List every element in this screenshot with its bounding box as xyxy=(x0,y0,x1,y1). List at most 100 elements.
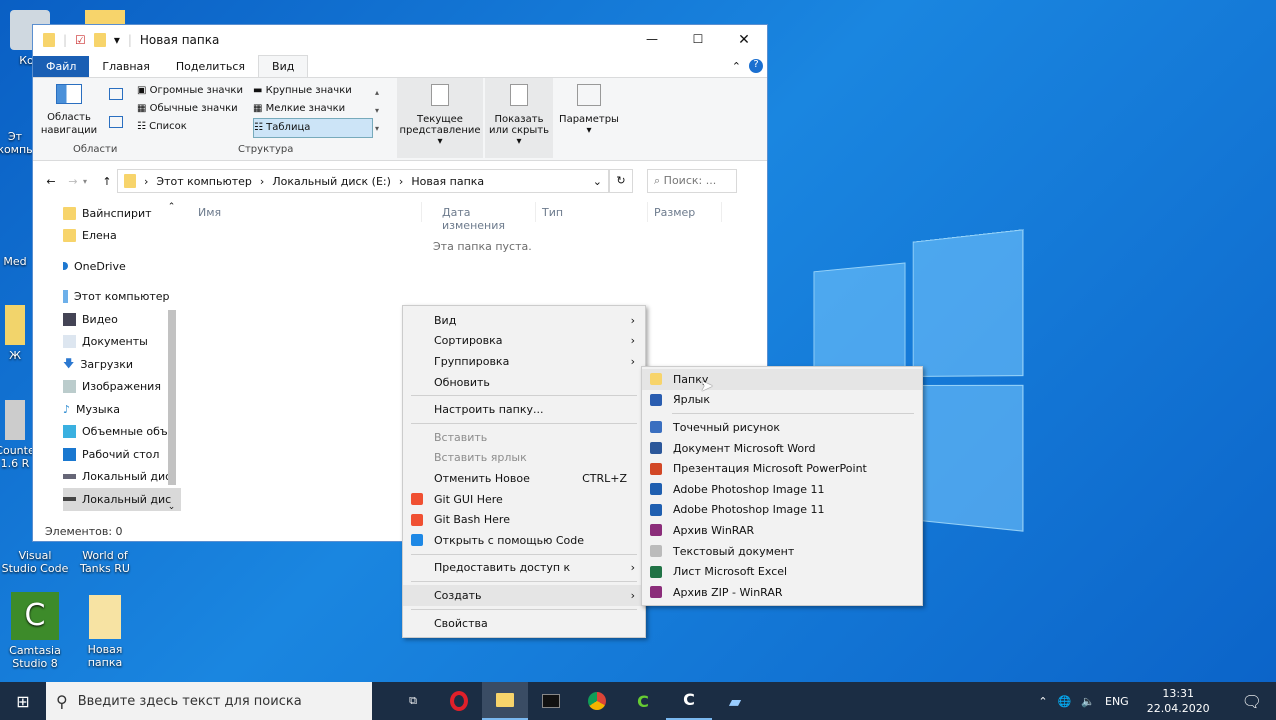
desktop-icon-new-folder[interactable]: Новая папка xyxy=(70,595,140,669)
menu-item[interactable]: Группировка › xyxy=(403,351,645,372)
nav-item-this-pc[interactable]: Этот компьютер xyxy=(63,286,181,309)
close-button[interactable]: ✕ xyxy=(721,32,767,48)
menu-item[interactable]: Презентация Microsoft PowerPoint xyxy=(642,458,922,479)
column-size[interactable]: Размер xyxy=(648,202,722,222)
context-menu: Вид › Сортировка › Группировка › Обновить Настр… xyxy=(402,305,646,639)
minimize-button[interactable]: — xyxy=(629,32,675,48)
maximize-button[interactable]: ☐ xyxy=(675,32,721,48)
menu-item[interactable]: Adobe Photoshop Image 11 xyxy=(642,500,922,521)
address-dropdown-icon[interactable]: ⌄ xyxy=(593,175,602,188)
menu-item[interactable]: Архив ZIP - WinRAR xyxy=(642,582,922,603)
menu-item[interactable]: Создать › xyxy=(403,585,645,606)
column-name[interactable]: Имя xyxy=(178,202,422,222)
nav-item[interactable]: Елена xyxy=(63,225,181,248)
chrome-icon[interactable] xyxy=(574,692,620,710)
menu-item[interactable]: Свойства xyxy=(403,613,645,634)
language-indicator[interactable]: ENG xyxy=(1105,695,1129,708)
vscode-icon xyxy=(411,534,423,547)
quick-access-dropdown-icon[interactable]: ▾ xyxy=(114,33,120,47)
up-button[interactable]: ↑ xyxy=(97,175,117,188)
menu-item[interactable]: Отменить Новое CTRL+Z xyxy=(403,468,645,489)
tab-view[interactable]: Вид xyxy=(258,55,309,77)
ribbon-collapse-icon[interactable]: ⌃ xyxy=(724,56,749,77)
opera-icon[interactable] xyxy=(436,691,482,711)
details-pane-icon[interactable] xyxy=(109,116,123,128)
nav-item[interactable]: Документы xyxy=(63,331,181,354)
current-view-button[interactable]: Текущее представление ▾ xyxy=(397,78,483,158)
show-hide-button[interactable]: Показать или скрыть ▾ xyxy=(485,78,553,158)
help-icon[interactable]: ? xyxy=(749,59,763,73)
layout-medium-icons[interactable]: ▦ Обычные значки xyxy=(137,100,253,118)
menu-item[interactable]: Вставить ярлык xyxy=(403,448,645,469)
layout-extra-large-icons[interactable]: ▣ Огромные значки xyxy=(137,82,253,100)
nav-item[interactable]: 🡇 Загрузки xyxy=(63,353,181,376)
nav-item-selected[interactable]: Локальный дис xyxy=(63,488,181,511)
start-button[interactable]: ⊞ xyxy=(0,692,46,711)
options-button[interactable]: Параметры ▾ xyxy=(559,84,619,136)
menu-item[interactable]: Открыть с помощью Code xyxy=(403,530,645,551)
tab-file[interactable]: Файл xyxy=(33,56,90,77)
layout-details[interactable]: ☷ Таблица xyxy=(253,118,373,138)
nav-item[interactable]: Рабочий стол xyxy=(63,443,181,466)
volume-icon[interactable]: 🔈 xyxy=(1081,695,1095,708)
layout-scroll[interactable]: ▴ ▾ ▾ xyxy=(375,84,379,138)
menu-item[interactable]: Обновить xyxy=(403,372,645,393)
network-icon[interactable]: 🌐 xyxy=(1058,695,1072,708)
menu-item[interactable]: Вид › xyxy=(403,310,645,331)
nav-item-onedrive[interactable]: OneDrive xyxy=(63,255,181,278)
nav-item[interactable]: Объемные объ xyxy=(63,421,181,444)
breadcrumb-new-folder[interactable]: Новая папка xyxy=(411,175,484,188)
navigation-pane-button[interactable]: Область навигации xyxy=(39,84,99,136)
nav-item[interactable]: ♪ Музыка xyxy=(63,398,181,421)
nav-item[interactable]: Изображения xyxy=(63,376,181,399)
layout-small-icons[interactable]: ▦ Мелкие значки xyxy=(253,100,373,118)
menu-item[interactable]: Git Bash Here xyxy=(403,509,645,530)
menu-item[interactable]: Настроить папку... xyxy=(403,399,645,420)
back-button[interactable]: ← xyxy=(39,175,63,188)
nav-scrollbar[interactable]: ⌃ ⌄ xyxy=(165,202,178,512)
terminal-icon[interactable] xyxy=(528,694,574,708)
menu-item[interactable]: Git GUI Here xyxy=(403,489,645,510)
desktop-icon-camtasia[interactable]: C Camtasia Studio 8 xyxy=(0,592,70,670)
new-folder-icon[interactable] xyxy=(93,33,106,47)
address-bar[interactable]: › Этот компьютер › Локальный диск (E:) › Но… xyxy=(117,169,609,193)
taskbar-search-input[interactable]: ⚲ Введите здесь текст для поиска xyxy=(46,682,372,720)
task-view-button[interactable]: ⧉ xyxy=(390,694,436,708)
nav-item[interactable]: Вайнспирит xyxy=(63,202,181,225)
notifications-icon[interactable]: 🗨 xyxy=(1228,692,1276,711)
tab-share[interactable]: Поделиться xyxy=(163,56,258,77)
menu-item[interactable]: Лист Microsoft Excel xyxy=(642,561,922,582)
column-headers: Имя Дата изменения Тип Размер xyxy=(178,202,768,232)
tab-home[interactable]: Главная xyxy=(89,56,163,77)
properties-icon[interactable]: ☑ xyxy=(75,33,86,47)
forward-button[interactable]: → xyxy=(63,175,83,188)
search-input[interactable]: ⌕ Поиск: ... xyxy=(647,169,737,193)
recent-dropdown-icon[interactable]: ▾ xyxy=(83,177,97,186)
nav-item[interactable]: Локальный дис xyxy=(63,466,181,489)
column-type[interactable]: Тип xyxy=(536,202,648,222)
camtasia-taskbar-icon[interactable]: C xyxy=(620,692,666,711)
menu-item[interactable]: Вставить xyxy=(403,427,645,448)
menu-item[interactable]: Точечный рисунок xyxy=(642,417,922,438)
menu-item[interactable]: Архив WinRAR xyxy=(642,520,922,541)
preview-pane-icon[interactable] xyxy=(109,88,123,100)
column-date[interactable]: Дата изменения xyxy=(422,202,536,232)
show-hidden-icons-button[interactable]: ⌃ xyxy=(1038,695,1047,708)
refresh-button[interactable]: ↻ xyxy=(609,169,633,193)
clock[interactable]: 13:31 22.04.2020 xyxy=(1139,686,1218,716)
menu-item[interactable]: Папку xyxy=(642,369,922,390)
camtasia-recorder-taskbar-icon[interactable]: C xyxy=(666,682,712,720)
menu-item[interactable]: Текстовый документ xyxy=(642,541,922,562)
nav-item[interactable]: Видео xyxy=(63,308,181,331)
file-explorer-taskbar-icon[interactable] xyxy=(482,682,528,720)
menu-item[interactable]: Ярлык xyxy=(642,390,922,411)
layout-large-icons[interactable]: ▬ Крупные значки xyxy=(253,82,373,100)
breadcrumb-local-disk-e[interactable]: Локальный диск (E:) xyxy=(272,175,391,188)
menu-item[interactable]: Документ Microsoft Word xyxy=(642,438,922,459)
notepad-icon[interactable]: ▰ xyxy=(712,692,758,711)
menu-item[interactable]: Предоставить доступ к › xyxy=(403,558,645,579)
breadcrumb-this-pc[interactable]: Этот компьютер xyxy=(156,175,252,188)
menu-item[interactable]: Adobe Photoshop Image 11 xyxy=(642,479,922,500)
menu-item[interactable]: Сортировка › xyxy=(403,331,645,352)
layout-list[interactable]: ☷ Список xyxy=(137,118,253,138)
